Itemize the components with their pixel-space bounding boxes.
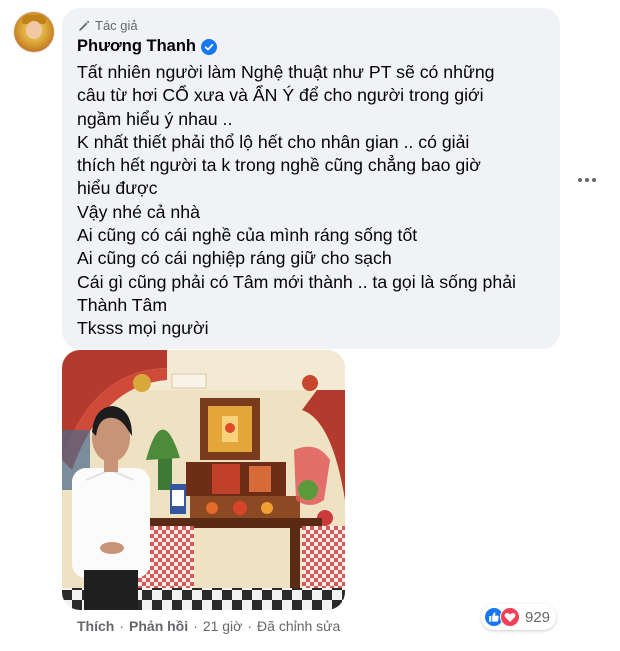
pencil-icon — [79, 20, 90, 31]
comment-actions: Thích · Phản hồi · 21 giờ · Đã chỉnh sửa — [77, 618, 340, 634]
action-separator: · — [193, 618, 198, 634]
reply-action[interactable]: Phản hồi — [129, 618, 188, 634]
comment-bubble: Tác giả Phương Thanh Tất nhiên người làm… — [62, 8, 560, 349]
comment-time[interactable]: 21 giờ — [203, 618, 243, 634]
more-options-icon[interactable] — [575, 172, 599, 188]
comment-line: K nhất thiết phải thổ lộ hết cho nhân gi… — [77, 131, 470, 152]
author-row: Phương Thanh — [77, 37, 217, 56]
reaction-count: 929 — [525, 608, 551, 626]
reactions-summary[interactable]: 929 — [481, 604, 557, 630]
comment-line: ngầm hiểu ý nhau .. — [77, 108, 233, 129]
comment-line: hiểu được — [77, 178, 158, 199]
comment-line: Thành Tâm — [77, 294, 168, 315]
verified-badge-icon — [201, 38, 217, 55]
comment-line: Cái gì cũng phải có Tâm mới thành .. ta … — [77, 271, 516, 292]
comment-line: Tksss mọi người — [77, 318, 209, 339]
comment-line: Ai cũng có cái nghiệp ráng giữ cho sạch — [77, 248, 392, 269]
comment-line: Tất nhiên người làm Nghệ thuật như PT sẽ… — [77, 62, 495, 82]
avatar-face — [26, 21, 42, 39]
edited-label[interactable]: Đã chỉnh sửa — [257, 618, 340, 634]
author-badge: Tác giả — [77, 18, 138, 33]
action-separator: · — [119, 618, 125, 634]
love-icon — [500, 607, 520, 627]
comment-line: Ai cũng có cái nghề của mình ráng sống t… — [77, 225, 418, 246]
comment-line: câu từ hơi CỔ xưa và ẨN Ý để cho người t… — [77, 85, 484, 106]
author-avatar[interactable] — [14, 12, 54, 52]
comment-photo[interactable] — [62, 350, 345, 610]
action-separator: · — [247, 618, 253, 634]
like-action[interactable]: Thích — [77, 618, 114, 634]
altar-photo-illustration — [62, 350, 345, 610]
comment-line: thích hết người ta k trong nghề cũng chẳ… — [77, 155, 481, 176]
comment-line: Vậy nhé cả nhà — [77, 201, 200, 222]
author-badge-label: Tác giả — [95, 18, 138, 33]
comment-text: Tất nhiên người làm Nghệ thuật như PT sẽ… — [77, 61, 557, 341]
author-name[interactable]: Phương Thanh — [77, 37, 196, 56]
